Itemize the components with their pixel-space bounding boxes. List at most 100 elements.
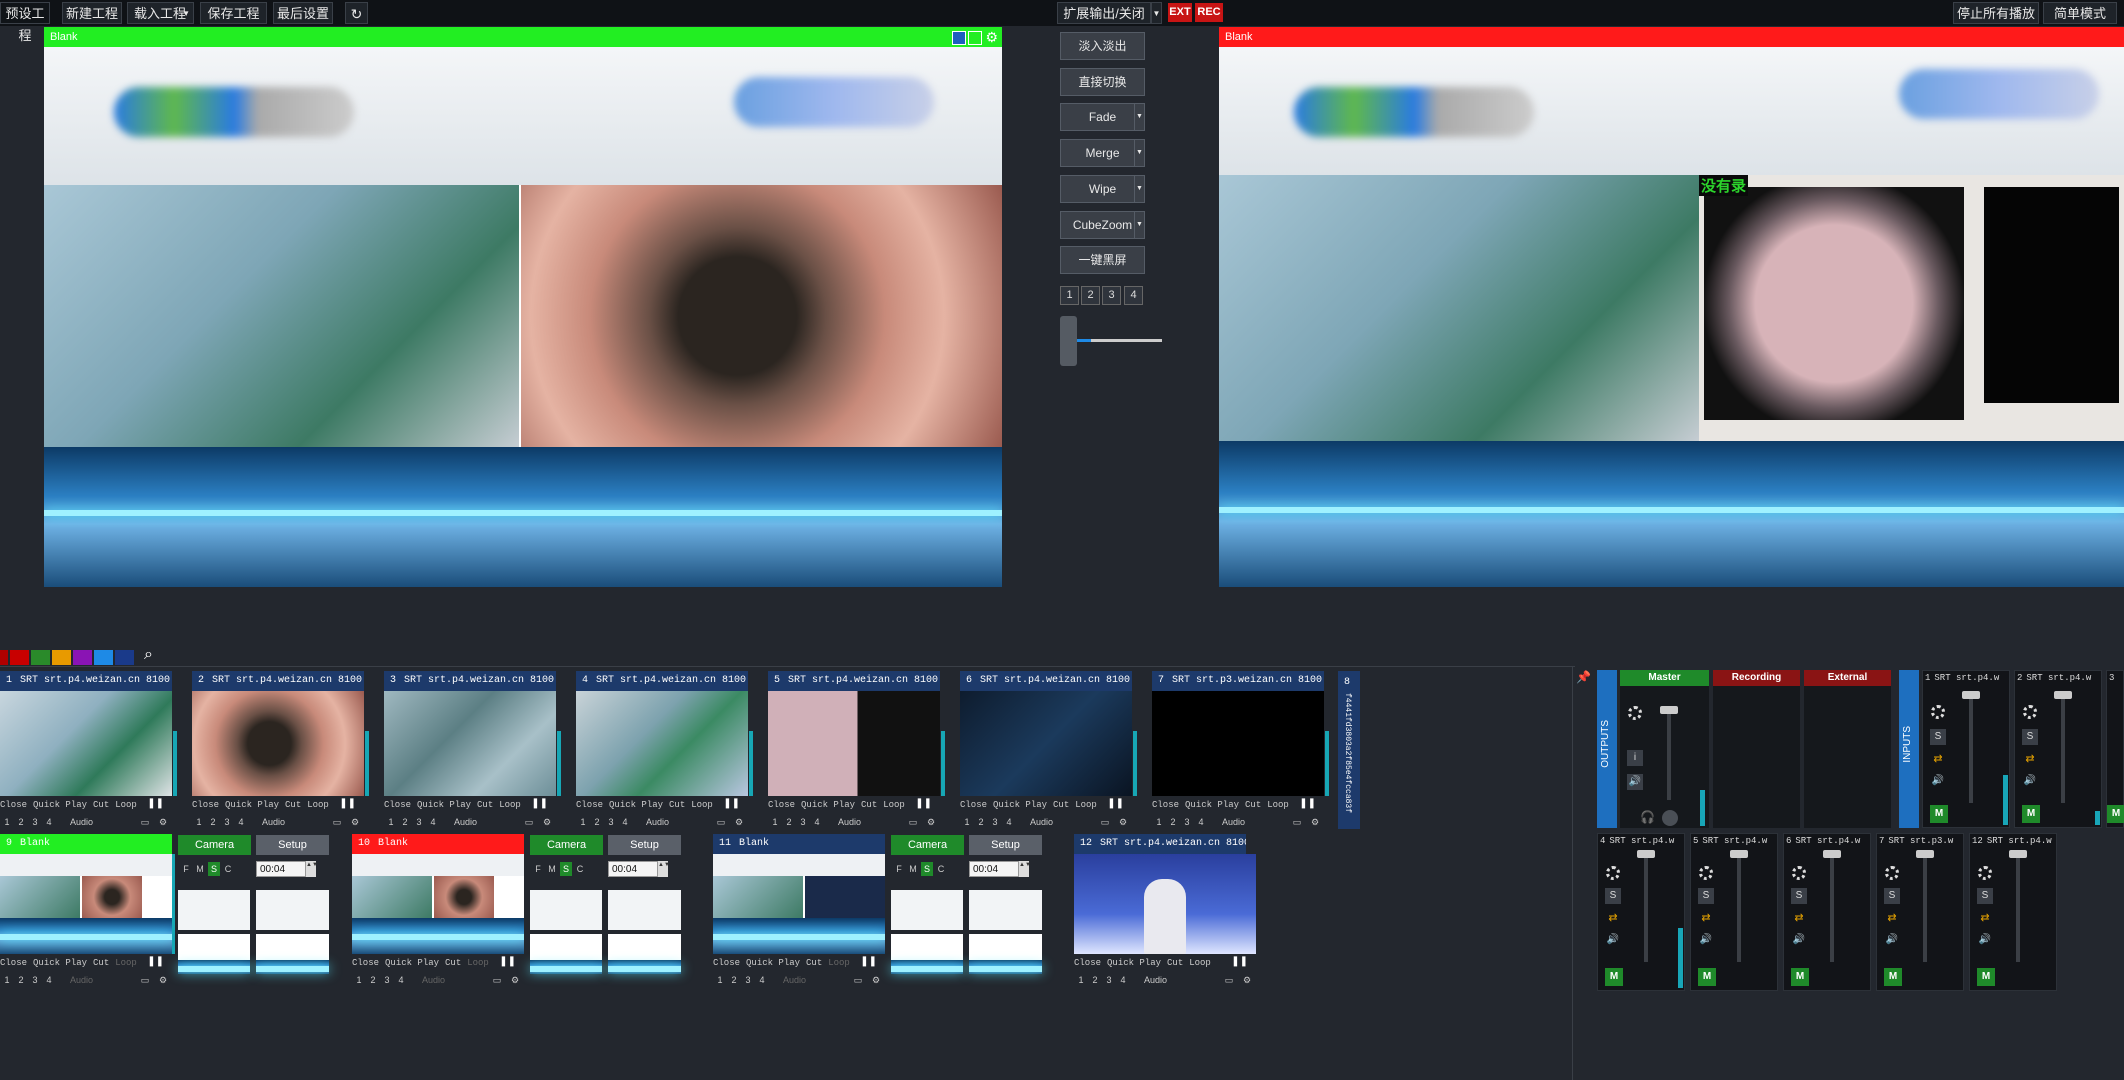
loop-button[interactable]: Loop	[115, 958, 137, 968]
close-button[interactable]: Close	[576, 800, 603, 810]
mode-c-button[interactable]: C	[574, 862, 586, 876]
audio-button[interactable]: Audio	[783, 972, 806, 988]
cut-button[interactable]: Cut	[861, 800, 877, 810]
wipe-transition-button[interactable]: Wipe ▼	[1060, 175, 1145, 203]
monitor-icon[interactable]: ▭	[1290, 814, 1304, 830]
overlay-2-button[interactable]: 2	[727, 972, 741, 988]
audio-button[interactable]: Audio	[262, 814, 285, 830]
route-arrows-icon[interactable]: ⇄	[1791, 910, 1807, 926]
close-button[interactable]: Close	[352, 958, 379, 968]
mode-m-button[interactable]: M	[194, 862, 206, 876]
overlay-3-button[interactable]: 3	[28, 972, 42, 988]
monitor-icon[interactable]: ▭	[522, 814, 536, 830]
chevron-down-icon[interactable]: ▼	[1134, 212, 1144, 238]
route-arrows-icon[interactable]: ⇄	[1884, 910, 1900, 926]
route-arrows-icon[interactable]: ⇄	[1605, 910, 1621, 926]
refresh-icon[interactable]: ↻	[345, 2, 368, 24]
speaker-icon[interactable]: 🔊	[1930, 773, 1946, 789]
green-swatch[interactable]	[31, 650, 50, 665]
pause-icon[interactable]: ❚❚	[339, 797, 356, 813]
speaker-icon[interactable]: 🔊	[1884, 932, 1900, 948]
black-screen-button[interactable]: 一键黑屏	[1060, 246, 1145, 274]
monitor-icon[interactable]: ▭	[1098, 814, 1112, 830]
overlay-1-button[interactable]: 1	[768, 814, 782, 830]
speaker-icon[interactable]: 🔊	[1791, 932, 1807, 948]
route-arrows-icon[interactable]: ⇄	[1930, 751, 1946, 767]
pin-icon[interactable]: 📌	[1576, 670, 1591, 684]
camera-button[interactable]: Camera	[891, 835, 964, 855]
overlay-3-button[interactable]: 3	[1102, 972, 1116, 988]
preset-thumbnail[interactable]	[530, 890, 602, 930]
input-thumbnail[interactable]	[0, 691, 172, 796]
overlay-3-button[interactable]: 3	[988, 814, 1002, 830]
input-2[interactable]: 2 SRT srt.p4.weizan.cn 8100 Close Quick Pla…	[192, 671, 382, 831]
duration-stepper[interactable]: ▲▼	[658, 861, 670, 877]
loop-button[interactable]: Loop	[883, 800, 905, 810]
pause-icon[interactable]: ❚❚	[915, 797, 932, 813]
gear-icon[interactable]: ⚙	[1116, 814, 1130, 830]
overlay-1-button[interactable]: 1	[352, 972, 366, 988]
headphone-volume-knob[interactable]	[1662, 810, 1678, 826]
overlay-3-button[interactable]: 3	[796, 814, 810, 830]
monitor-icon[interactable]: ▭	[330, 814, 344, 830]
input-thumbnail[interactable]	[960, 691, 1132, 796]
red-swatch[interactable]	[10, 650, 29, 665]
mute-button[interactable]: M	[1698, 968, 1716, 986]
direct-cut-button[interactable]: 直接切换	[1060, 68, 1145, 96]
quick-play-button[interactable]: Quick Play	[609, 800, 663, 810]
master-gear-icon[interactable]	[1628, 706, 1642, 720]
channel-gear-icon[interactable]	[1606, 866, 1620, 880]
ext-output-dropdown-icon[interactable]: ▼	[1151, 2, 1162, 24]
preset-thumbnail[interactable]	[256, 890, 329, 930]
master-info-button[interactable]: i	[1627, 750, 1643, 766]
quick-play-button[interactable]: Quick Play	[385, 958, 439, 968]
overlay-3-button[interactable]: 3	[380, 972, 394, 988]
t-bar-slider[interactable]	[1060, 316, 1162, 366]
gear-icon[interactable]: ⚙	[732, 814, 746, 830]
program-video[interactable]: 没有录	[1219, 47, 2124, 587]
overlay-4-button[interactable]: 4	[42, 814, 56, 830]
overlay-3-button[interactable]: 3	[220, 814, 234, 830]
input-thumbnail[interactable]	[1152, 691, 1324, 796]
navy-swatch[interactable]	[115, 650, 134, 665]
overlay-2-button[interactable]: 2	[1088, 972, 1102, 988]
channel-fader-knob[interactable]	[1637, 850, 1655, 858]
quick-play-button[interactable]: Quick Play	[993, 800, 1047, 810]
loop-button[interactable]: Loop	[467, 958, 489, 968]
overlay-4-button[interactable]: 4	[42, 972, 56, 988]
purple-swatch[interactable]	[73, 650, 92, 665]
input-thumbnail[interactable]	[713, 854, 885, 954]
audio-button[interactable]: Audio	[1144, 972, 1167, 988]
solo-button[interactable]: S	[1884, 888, 1900, 904]
speaker-icon[interactable]: 🔊	[1605, 932, 1621, 948]
overlay-1-button[interactable]: 1	[1074, 972, 1088, 988]
pause-icon[interactable]: ❚❚	[147, 797, 164, 813]
input-thumbnail[interactable]	[352, 854, 524, 954]
channel-fader-knob[interactable]	[1823, 850, 1841, 858]
monitor-icon[interactable]: ▭	[1222, 972, 1236, 988]
search-icon[interactable]: ⌕	[144, 646, 153, 664]
loop-button[interactable]: Loop	[499, 800, 521, 810]
solo-button[interactable]: S	[1791, 888, 1807, 904]
preview-video[interactable]	[44, 47, 1002, 587]
preset-thumbnail[interactable]	[608, 934, 681, 974]
mode-s-button[interactable]: S	[921, 862, 933, 876]
channel-gear-icon[interactable]	[1885, 866, 1899, 880]
loop-button[interactable]: Loop	[1075, 800, 1097, 810]
channel-gear-icon[interactable]	[1978, 866, 1992, 880]
setup-button[interactable]: Setup	[608, 835, 681, 855]
gear-icon[interactable]: ⚙	[869, 972, 883, 988]
quick-play-button[interactable]: Quick Play	[801, 800, 855, 810]
camera-button[interactable]: Camera	[178, 835, 251, 855]
transition-page-4[interactable]: 4	[1124, 286, 1143, 305]
monitor-icon[interactable]: ▭	[490, 972, 504, 988]
input-thumbnail[interactable]	[768, 691, 940, 796]
close-button[interactable]: Close	[768, 800, 795, 810]
stop-all-playback-button[interactable]: 停止所有播放	[1953, 2, 2039, 24]
route-arrows-icon[interactable]: ⇄	[1977, 910, 1993, 926]
mute-button[interactable]: M	[1884, 968, 1902, 986]
input-thumbnail[interactable]	[192, 691, 364, 796]
overlay-3-button[interactable]: 3	[28, 814, 42, 830]
overlay-2-button[interactable]: 2	[590, 814, 604, 830]
overlay-1-button[interactable]: 1	[0, 972, 14, 988]
